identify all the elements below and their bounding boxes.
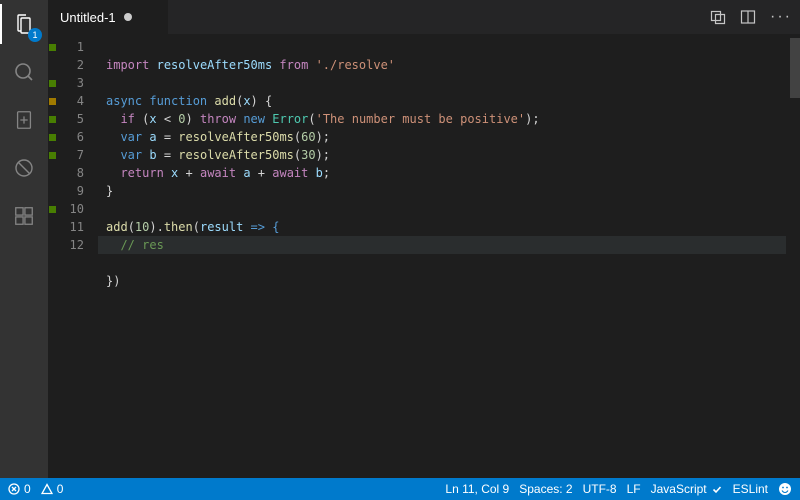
gutter-marker-icon <box>49 116 56 123</box>
scrollbar[interactable] <box>786 34 800 478</box>
activity-bar: 1 <box>0 0 48 478</box>
tab-bar: Untitled-1 ··· <box>48 0 800 34</box>
debug-icon[interactable] <box>8 152 40 184</box>
gutter-marker-icon <box>49 134 56 141</box>
gutter-marker-icon <box>49 152 56 159</box>
split-editor-icon[interactable] <box>740 9 756 25</box>
tab-untitled[interactable]: Untitled-1 <box>48 0 168 34</box>
tab-title: Untitled-1 <box>60 10 116 25</box>
status-eol[interactable]: LF <box>627 482 641 496</box>
status-encoding[interactable]: UTF-8 <box>583 482 617 496</box>
gutter-decorations <box>48 34 56 478</box>
more-actions-icon[interactable]: ··· <box>770 8 792 26</box>
gutter-marker-icon <box>49 80 56 87</box>
code-editor[interactable]: 1 2 3 4 5 6 7 8 9 10 11 12 import resolv… <box>48 34 800 478</box>
scrollbar-thumb[interactable] <box>790 38 800 98</box>
gutter-warning-icon <box>49 98 56 105</box>
explorer-badge: 1 <box>28 28 42 42</box>
source-control-icon[interactable] <box>8 104 40 136</box>
compare-icon[interactable] <box>710 9 726 25</box>
search-icon[interactable] <box>8 56 40 88</box>
status-eslint[interactable]: ESLint <box>733 482 768 496</box>
gutter-marker-icon <box>49 44 56 51</box>
status-indent[interactable]: Spaces: 2 <box>519 482 572 496</box>
status-bar: 0 0 Ln 11, Col 9 Spaces: 2 UTF-8 LF Java… <box>0 478 800 500</box>
status-warnings[interactable]: 0 <box>41 482 64 496</box>
feedback-icon[interactable] <box>778 482 792 496</box>
editor-group: Untitled-1 ··· <box>48 0 800 478</box>
extensions-icon[interactable] <box>8 200 40 232</box>
line-numbers: 1 2 3 4 5 6 7 8 9 10 11 12 <box>56 34 98 478</box>
status-errors[interactable]: 0 <box>8 482 31 496</box>
gutter-marker-icon <box>49 206 56 213</box>
status-language[interactable]: JavaScript <box>651 482 723 496</box>
status-cursor[interactable]: Ln 11, Col 9 <box>445 482 509 496</box>
dirty-indicator-icon <box>124 13 132 21</box>
editor-actions: ··· <box>702 0 800 34</box>
code-content[interactable]: import resolveAfter50ms from './resolve'… <box>98 34 800 478</box>
explorer-icon[interactable]: 1 <box>8 8 40 40</box>
